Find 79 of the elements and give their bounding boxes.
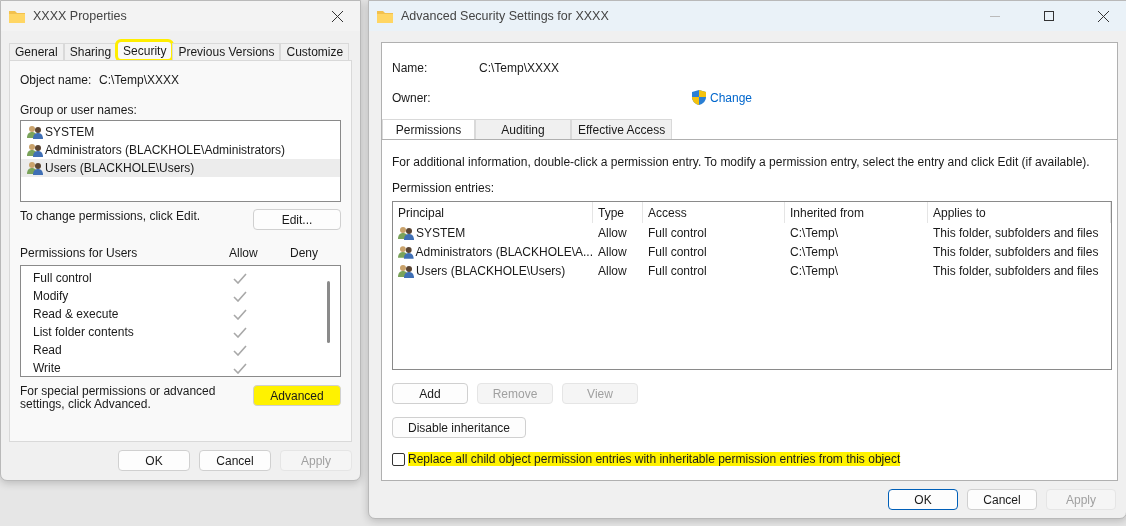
users-icon	[398, 263, 414, 278]
list-item[interactable]: SYSTEM	[21, 123, 340, 141]
list-item[interactable]: Administrators (BLACKHOLE\Administrators)	[21, 141, 340, 159]
group-name: Administrators (BLACKHOLE\Administrators)	[45, 143, 286, 157]
table-cell-text: Full control	[647, 263, 708, 278]
folder-icon	[377, 9, 393, 23]
column-header: Deny	[290, 246, 319, 260]
dialog-button[interactable]: Cancel	[199, 450, 271, 471]
table-cell-text: This folder, subfolders and files	[932, 244, 1100, 259]
users-icon	[27, 161, 43, 175]
list-item[interactable]: Users (BLACKHOLE\Users)	[21, 159, 340, 177]
dialog-button[interactable]: Cancel	[967, 489, 1037, 510]
table-cell-text: Allow	[597, 263, 628, 278]
table-cell-text: Full control	[647, 225, 708, 240]
tab[interactable]: Sharing	[63, 43, 118, 60]
table-cell-text: Full control	[647, 244, 708, 259]
section-label: Group or user names:	[20, 103, 138, 117]
table-cell-text: C:\Temp\	[789, 263, 839, 278]
column-header[interactable]: Inherited from	[785, 202, 928, 223]
table-cell-text: This folder, subfolders and files	[932, 225, 1100, 240]
principal-name: SYSTEM	[416, 225, 466, 240]
column-header: Allow	[229, 246, 259, 260]
tab[interactable]: Customize	[280, 43, 350, 60]
hint-text: For special permissions or advanced settings, click Advanced.	[20, 385, 217, 411]
advanced-button[interactable]: Advanced	[253, 385, 341, 406]
object-path: C:\Temp\XXXX	[479, 61, 560, 75]
scrollbar-thumb[interactable]	[327, 281, 330, 343]
window-title: Advanced Security Settings for XXXX	[401, 9, 610, 23]
field-label: Name:	[392, 61, 429, 75]
table-cell-text: Allow	[597, 244, 628, 259]
maximize-icon[interactable]	[1044, 11, 1054, 21]
principal-name: Administrators (BLACKHOLE\A...	[415, 244, 593, 259]
column-header[interactable]: Access	[643, 202, 785, 223]
field-label: Owner:	[392, 90, 432, 105]
users-icon	[27, 143, 43, 157]
dialog-button[interactable]: OK	[118, 450, 190, 471]
dialog-button[interactable]: OK	[888, 489, 958, 510]
disable-inheritance-button[interactable]: Disable inheritance	[392, 417, 526, 438]
column-header[interactable]: Applies to	[928, 202, 1111, 223]
group-name: SYSTEM	[45, 125, 95, 139]
table-cell-text: C:\Temp\	[789, 225, 839, 240]
column-header[interactable]: Principal	[393, 202, 593, 223]
tab[interactable]: General	[9, 43, 64, 60]
users-icon	[27, 125, 43, 139]
shield-icon	[692, 90, 706, 105]
tab[interactable]: Effective Access	[571, 119, 673, 139]
tab[interactable]: Security	[117, 41, 173, 60]
users-icon	[398, 225, 414, 240]
entry-button[interactable]: Add	[392, 383, 468, 404]
permission-name: Full control	[33, 271, 93, 285]
edit-button[interactable]: Edit...	[253, 209, 341, 230]
tab[interactable]: Auditing	[475, 119, 571, 139]
info-text: For additional information, double-click a permission entry. To modify a permission entry, select the entry and click Edit (if available).	[392, 155, 1091, 169]
permission-name: Write	[33, 361, 62, 375]
hint-text: To change permissions, click Edit.	[20, 209, 201, 223]
close-icon[interactable]	[331, 10, 343, 22]
permission-name: Read & execute	[33, 307, 120, 321]
users-icon	[398, 244, 414, 259]
group-list[interactable]: SYSTEM Administrators (BLACKHOLE\Administrators) Users (BLACKHOLE\Users)	[20, 120, 341, 202]
permission-name: List folder contents	[33, 325, 135, 339]
checkbox[interactable]	[392, 452, 405, 466]
column-header[interactable]: Type	[593, 202, 643, 223]
tab[interactable]: Permissions	[382, 119, 475, 139]
close-icon[interactable]	[1097, 10, 1109, 22]
field-label: Object name:	[20, 73, 93, 87]
section-label: Permission entries:	[392, 181, 496, 195]
permission-name: Modify	[33, 289, 70, 303]
change-link[interactable]: Change	[692, 90, 753, 105]
principal-name: Users (BLACKHOLE\Users)	[416, 263, 566, 278]
table-cell-text: This folder, subfolders and files	[932, 263, 1100, 278]
permission-name: Read	[33, 343, 63, 357]
tab[interactable]: Previous Versions	[172, 43, 281, 60]
section-label: Permissions for Users	[20, 246, 139, 260]
table-cell-text: C:\Temp\	[789, 244, 839, 259]
window-title: XXXX Properties	[33, 9, 128, 23]
table-cell-text: Allow	[597, 225, 628, 240]
object-name: C:\Temp\XXXX	[99, 73, 180, 87]
folder-icon	[9, 9, 25, 23]
group-name: Users (BLACKHOLE\Users)	[45, 161, 195, 175]
